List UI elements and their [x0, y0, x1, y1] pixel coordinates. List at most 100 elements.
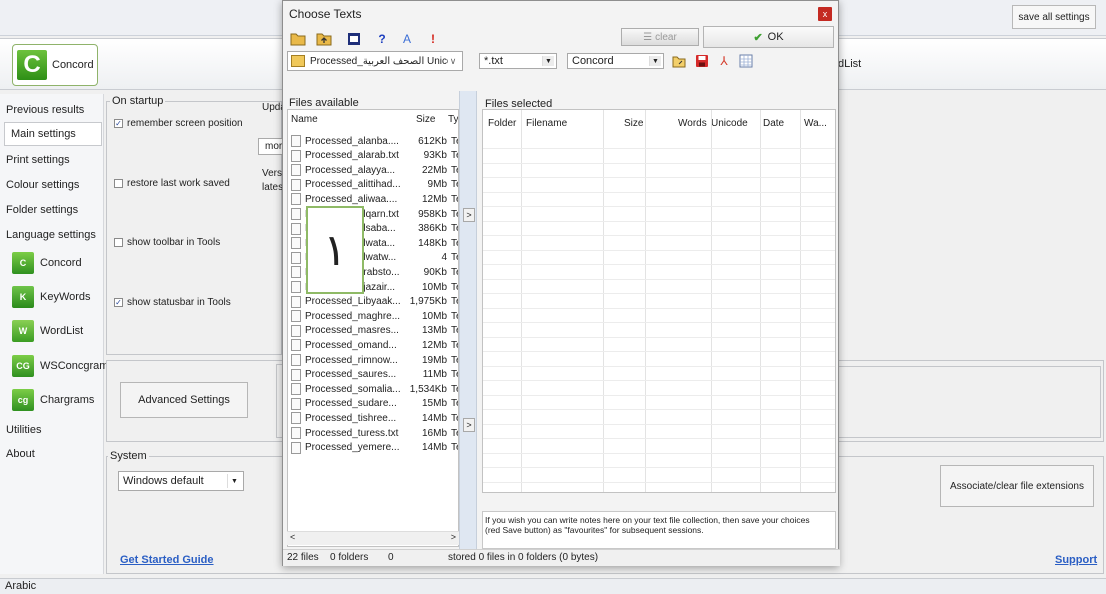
- text-file-icon: [291, 251, 301, 264]
- files-selected-grid[interactable]: Folder Filename Size Words Unicode Date …: [482, 109, 836, 493]
- sidebar-tool-wsconcgram[interactable]: CG WSConcgram: [12, 355, 108, 377]
- dropdown-arrow-icon: ▼: [649, 56, 661, 66]
- scroll-left-icon[interactable]: <: [290, 532, 295, 542]
- file-row[interactable]: Processed_Libyaak... 1,975Kb Te: [288, 295, 458, 309]
- scroll-right-icon[interactable]: >: [451, 532, 456, 542]
- ok-button[interactable]: ✔ OK: [703, 26, 834, 48]
- text-file-icon: [291, 281, 301, 293]
- add-all-files-button[interactable]: >: [463, 418, 475, 432]
- pdf-icon[interactable]: ⅄: [715, 52, 733, 70]
- text-file-icon: [291, 368, 301, 381]
- text-file-icon: [291, 208, 301, 220]
- sidebar-item-main-settings[interactable]: Main settings: [4, 122, 102, 146]
- stop-icon[interactable]: [345, 30, 363, 48]
- file-row[interactable]: Processed_alittihad... 9Mb Te: [288, 178, 458, 192]
- column-header-filename[interactable]: Filename: [526, 118, 567, 129]
- file-row[interactable]: Processed_alarab.txt 93Kb Te: [288, 149, 458, 163]
- text-file-icon: [291, 310, 301, 323]
- file-row[interactable]: Processed_alayya... 22Mb Te: [288, 163, 458, 177]
- text-file-icon: [291, 397, 301, 410]
- sidebar-item-utilities[interactable]: Utilities: [6, 424, 41, 436]
- text-file-icon: [291, 178, 301, 191]
- column-header-wa[interactable]: Wa...: [804, 118, 827, 129]
- file-row[interactable]: Processed_omand... 12Mb Te: [288, 338, 458, 352]
- sidebar-item-about[interactable]: About: [6, 448, 35, 460]
- update-combo-fragment[interactable]: mor: [258, 138, 284, 155]
- file-size: 13Mb: [421, 325, 447, 337]
- column-header-size[interactable]: Size: [624, 118, 643, 129]
- sidebar-item-colour-settings[interactable]: Colour settings: [6, 179, 79, 191]
- sidebar-item-folder-settings[interactable]: Folder settings: [6, 204, 78, 216]
- file-row[interactable]: Processed_turess.txt 16Mb Te: [288, 426, 458, 440]
- chevron-down-icon: ∨: [449, 55, 457, 66]
- file-row[interactable]: Processed_maghre... 10Mb Te: [288, 309, 458, 323]
- file-type: Te: [451, 252, 458, 264]
- text-file-icon: [291, 295, 301, 308]
- column-header-name[interactable]: Name: [291, 114, 318, 125]
- help-icon[interactable]: ?: [373, 30, 391, 48]
- file-row[interactable]: Processed_somalia... 1,534Kb Te: [288, 382, 458, 396]
- column-header-unicode[interactable]: Unicode: [711, 118, 748, 129]
- sidebar-item-language-settings[interactable]: Language settings: [6, 229, 96, 241]
- file-size: 90Kb: [423, 266, 447, 278]
- folder-icon[interactable]: [289, 30, 307, 48]
- file-type: Te: [451, 325, 458, 337]
- open-folder-icon[interactable]: [670, 52, 688, 70]
- sidebar-tool-concord[interactable]: C Concord: [12, 252, 82, 274]
- associate-file-extensions-button[interactable]: Associate/clear file extensions: [940, 465, 1094, 507]
- file-row[interactable]: Processed_yemere... 14Mb Te: [288, 441, 458, 455]
- sidebar-tool-keywords[interactable]: K KeyWords: [12, 286, 91, 308]
- files-available-hscroll[interactable]: < >: [287, 531, 459, 545]
- file-row[interactable]: Processed_rimnow... 19Mb Te: [288, 353, 458, 367]
- system-combo[interactable]: Windows default ▼: [118, 471, 244, 491]
- advanced-settings-button[interactable]: Advanced Settings: [120, 382, 248, 418]
- font-icon[interactable]: A: [398, 30, 416, 48]
- file-name: Processed_Libyaak...: [305, 296, 401, 308]
- add-files-button[interactable]: >: [463, 208, 475, 222]
- sidebar-item-print-settings[interactable]: Print settings: [6, 154, 70, 166]
- column-header-words[interactable]: Words: [678, 118, 707, 129]
- sidebar-tool-wordlist[interactable]: W WordList: [12, 320, 83, 342]
- spreadsheet-icon[interactable]: [737, 52, 755, 70]
- get-started-link[interactable]: Get Started Guide: [120, 554, 214, 566]
- file-size: 16Mb: [421, 427, 447, 439]
- grid-column-line: [800, 110, 801, 492]
- concord-logo-button[interactable]: C Concord: [12, 44, 98, 86]
- file-filter-combo[interactable]: *.txt ▼: [479, 53, 557, 69]
- folder-combo[interactable]: Processed_الصحف العربية Unicode ∨: [287, 51, 463, 71]
- file-row[interactable]: Processed_masres... 13Mb Te: [288, 324, 458, 338]
- column-header-type[interactable]: Ty: [448, 114, 458, 125]
- file-type: Te: [451, 442, 458, 454]
- file-row[interactable]: Processed_tishree... 14Mb Te: [288, 411, 458, 425]
- file-row[interactable]: Processed_alanba.... 612Kb Te: [288, 134, 458, 148]
- support-link[interactable]: Support: [1055, 554, 1097, 566]
- files-available-list[interactable]: Name Size Ty Processed_alanba.... 612Kb Te…: [287, 109, 459, 547]
- sidebar-tool-chargrams[interactable]: cg Chargrams: [12, 389, 94, 411]
- file-row[interactable]: Processed_aliwaa.... 12Mb Te: [288, 192, 458, 206]
- folder-up-icon[interactable]: [315, 30, 333, 48]
- close-icon[interactable]: x: [818, 7, 832, 21]
- save-all-settings-button[interactable]: save all settings: [1012, 5, 1096, 29]
- show-statusbar-checkbox[interactable]: ✓ show statusbar in Tools: [114, 297, 231, 308]
- checkbox-box: [114, 238, 123, 247]
- column-header-date[interactable]: Date: [763, 118, 784, 129]
- notes-textarea[interactable]: If you wish you can write notes here on …: [482, 511, 836, 549]
- restore-last-work-checkbox[interactable]: restore last work saved: [114, 178, 230, 189]
- text-file-icon: [291, 193, 301, 206]
- language-combo[interactable]: Concord ▼: [567, 53, 664, 69]
- file-row[interactable]: Processed_saures... 11Mb Te: [288, 368, 458, 382]
- file-size: 386Kb: [418, 223, 447, 235]
- show-toolbar-checkbox[interactable]: show toolbar in Tools: [114, 237, 220, 248]
- warning-icon[interactable]: !: [424, 30, 442, 48]
- column-header-folder[interactable]: Folder: [488, 118, 516, 129]
- column-header-size[interactable]: Size: [416, 114, 435, 125]
- remember-screen-position-checkbox[interactable]: ✓ remember screen position: [114, 118, 243, 129]
- file-row[interactable]: Processed_sudare... 15Mb Te: [288, 397, 458, 411]
- save-favourites-icon[interactable]: [693, 52, 711, 70]
- clear-button[interactable]: ☰ clear: [621, 28, 699, 46]
- grid-row-line: [483, 380, 835, 381]
- sidebar-item-previous-results[interactable]: Previous results: [6, 104, 84, 116]
- text-file-icon: [291, 135, 301, 147]
- advanced-inner-frame-right: [839, 366, 1101, 438]
- file-filter-value: *.txt: [484, 55, 503, 67]
